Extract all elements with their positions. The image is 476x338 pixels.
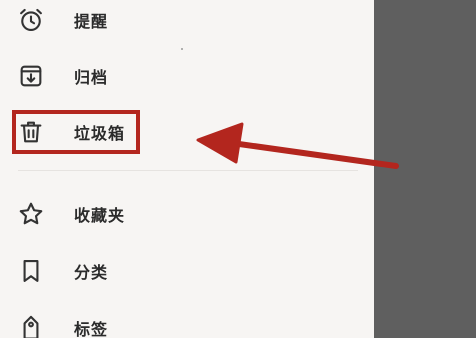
stray-dot bbox=[181, 48, 183, 50]
drawer-item-categories[interactable]: 分类 bbox=[0, 245, 374, 297]
scrim-overlay[interactable] bbox=[374, 0, 476, 338]
drawer-item-label: 分类 bbox=[74, 263, 109, 282]
drawer-item-tags[interactable]: 标签 bbox=[0, 302, 374, 338]
divider bbox=[18, 170, 358, 171]
drawer-item-label: 提醒 bbox=[74, 12, 109, 31]
drawer-item-label: 收藏夹 bbox=[74, 206, 126, 225]
tag-icon bbox=[17, 314, 45, 338]
drawer-item-reminders[interactable]: 提醒 bbox=[0, 0, 374, 46]
bookmark-icon bbox=[17, 257, 45, 285]
drawer-item-label: 归档 bbox=[74, 68, 109, 87]
drawer-item-label: 标签 bbox=[74, 320, 109, 338]
alarm-clock-icon bbox=[17, 6, 45, 34]
highlight-box bbox=[12, 110, 140, 154]
drawer-item-favorites[interactable]: 收藏夹 bbox=[0, 188, 374, 240]
drawer-item-archive[interactable]: 归档 bbox=[0, 50, 374, 102]
archive-icon bbox=[17, 62, 45, 90]
navigation-drawer: 提醒 归档 垃圾箱 收藏夹 分类 标签 bbox=[0, 0, 374, 338]
star-icon bbox=[17, 200, 45, 228]
